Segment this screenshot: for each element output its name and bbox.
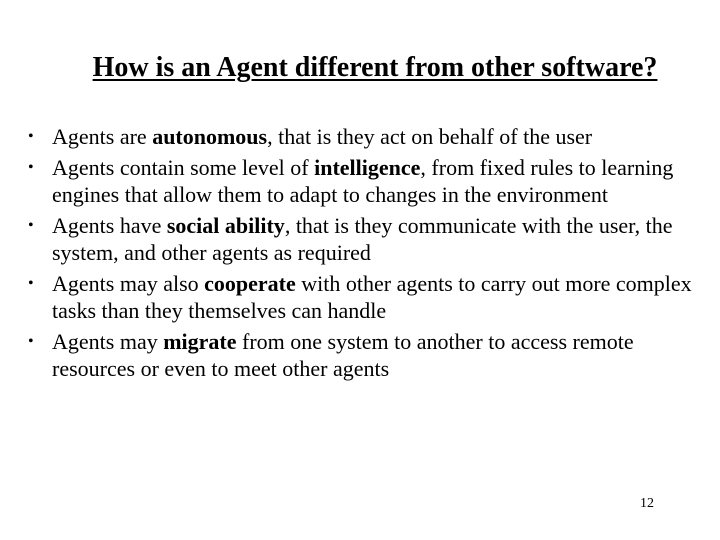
bullet-item: • Agents contain some level of intellige… xyxy=(28,154,708,208)
bullet-icon: • xyxy=(28,217,34,234)
bullet-text: , that is they act on behalf of the user xyxy=(267,124,593,149)
bullet-emphasis: cooperate xyxy=(204,271,296,296)
bullet-item: • Agents may also cooperate with other a… xyxy=(28,270,708,324)
bullet-list: • Agents are autonomous, that is they ac… xyxy=(28,123,708,386)
bullet-item: • Agents may migrate from one system to … xyxy=(28,328,708,382)
bullet-emphasis: intelligence xyxy=(314,155,421,180)
bullet-text: Agents may also xyxy=(52,271,205,296)
bullet-icon: • xyxy=(28,159,34,176)
bullet-emphasis: migrate xyxy=(163,329,237,354)
bullet-text: Agents may xyxy=(52,329,164,354)
bullet-icon: • xyxy=(28,128,34,145)
bullet-emphasis: social ability xyxy=(166,213,285,238)
bullet-item: • Agents are autonomous, that is they ac… xyxy=(28,123,708,150)
bullet-text: Agents are xyxy=(52,124,153,149)
bullet-icon: • xyxy=(28,333,34,350)
bullet-emphasis: autonomous xyxy=(152,124,268,149)
bullet-item: • Agents have social ability, that is th… xyxy=(28,212,708,266)
bullet-text: Agents contain some level of xyxy=(52,155,315,180)
bullet-icon: • xyxy=(28,275,34,292)
page-number: 12 xyxy=(640,496,654,511)
slide-title: How is an Agent different from other sof… xyxy=(92,52,658,83)
bullet-text: Agents have xyxy=(52,213,167,238)
